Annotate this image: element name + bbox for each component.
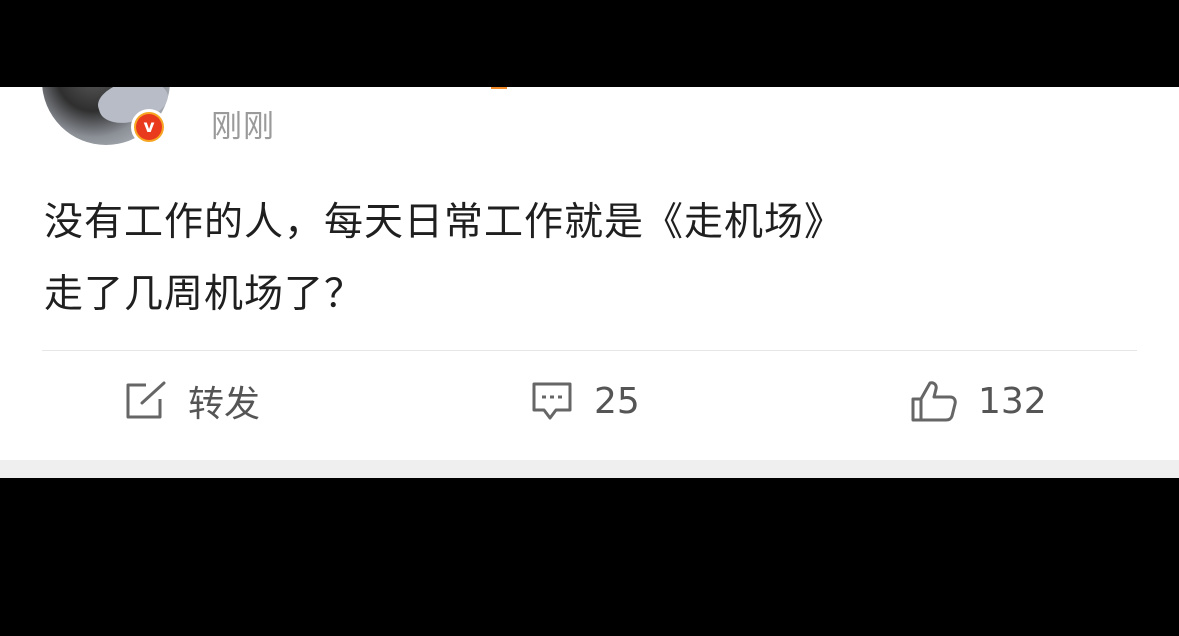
verified-v-badge-icon: v xyxy=(131,109,167,145)
comment-button[interactable]: 25 xyxy=(530,379,640,423)
post-body: 没有工作的人，每天日常工作就是《走机场》 走了几周机场了？ xyxy=(44,187,1144,331)
like-button[interactable]: 132 xyxy=(910,379,1047,423)
post-text-line: 没有工作的人，每天日常工作就是《走机场》 xyxy=(44,200,845,245)
post-text-line: 走了几周机场了？ xyxy=(44,272,365,317)
thumbs-up-icon xyxy=(910,379,958,423)
like-count: 132 xyxy=(978,380,1047,422)
accent-mark xyxy=(491,87,507,89)
feed-separator xyxy=(0,460,1179,478)
comment-bubble-icon xyxy=(530,380,574,422)
repost-button[interactable]: 转发 xyxy=(124,379,260,425)
comment-count: 25 xyxy=(594,380,640,422)
weibo-post-card: v 刚刚 没有工作的人，每天日常工作就是《走机场》 走了几周机场了？ 转发 25 xyxy=(0,87,1179,460)
divider xyxy=(42,350,1137,351)
post-timestamp: 刚刚 xyxy=(211,109,275,145)
repost-label: 转发 xyxy=(188,384,261,425)
share-box-icon xyxy=(124,381,168,421)
